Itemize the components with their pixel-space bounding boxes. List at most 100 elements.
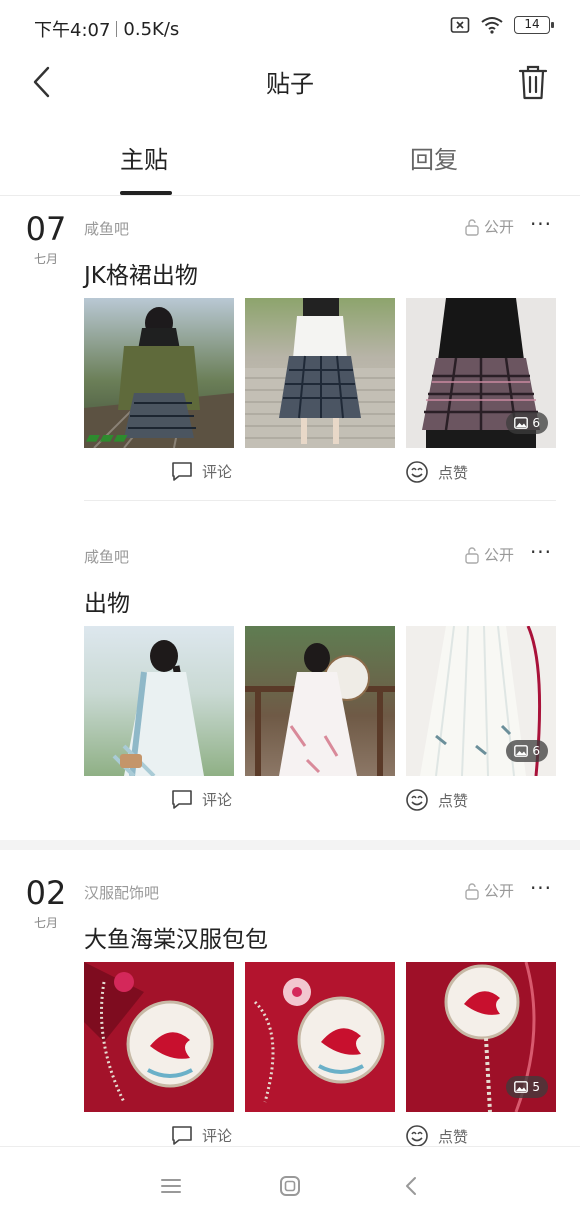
image-count: 5 xyxy=(532,1080,540,1094)
system-nav-bar xyxy=(0,1146,580,1224)
like-icon xyxy=(406,789,428,811)
post-image[interactable] xyxy=(84,626,234,776)
active-tab-indicator xyxy=(120,191,172,195)
delete-button[interactable] xyxy=(516,62,550,102)
privacy-status: 公开 xyxy=(463,216,514,237)
post-image[interactable] xyxy=(245,626,395,776)
photo-fish-bag-flower xyxy=(253,978,385,1103)
like-label: 点赞 xyxy=(438,1127,469,1146)
date-month: 七月 xyxy=(33,916,58,930)
comment-button[interactable]: 评论 xyxy=(170,1124,232,1146)
more-options-button[interactable]: ··· xyxy=(526,212,556,236)
post-forum[interactable]: 咸鱼吧 xyxy=(84,218,129,239)
image-count: 6 xyxy=(532,416,540,430)
image-count: 6 xyxy=(532,744,540,758)
comment-label: 评论 xyxy=(202,790,233,809)
post-image[interactable]: 6 xyxy=(406,626,556,776)
like-label: 点赞 xyxy=(438,791,469,810)
like-label: 点赞 xyxy=(438,463,469,482)
comment-icon xyxy=(172,1126,192,1145)
post-image[interactable] xyxy=(245,962,395,1112)
image-count-badge: 5 xyxy=(506,1076,548,1098)
post-image[interactable] xyxy=(84,962,234,1112)
date-day: 07 xyxy=(25,210,67,248)
tab-replies[interactable]: 回复 xyxy=(410,140,458,175)
post-image[interactable]: ▰▰▰ xyxy=(84,298,234,448)
comment-button[interactable]: 评论 xyxy=(170,460,232,482)
date-marker: 07 七月 xyxy=(24,212,68,267)
menu-button[interactable] xyxy=(156,1173,186,1199)
privacy-status: 公开 xyxy=(463,544,514,565)
section-gap xyxy=(0,840,580,850)
post-title[interactable]: JK格裙出物 xyxy=(84,256,198,290)
privacy-label: 公开 xyxy=(483,546,514,564)
privacy-status: 公开 xyxy=(463,880,514,901)
header: 贴子 xyxy=(0,56,580,106)
comment-button[interactable]: 评论 xyxy=(170,788,232,810)
status-bar: 下午4:07 0.5K/s 14 xyxy=(0,0,580,56)
wifi-icon xyxy=(481,17,503,34)
battery-indicator: 14 xyxy=(514,16,554,34)
post-actions: 评论 点赞 xyxy=(84,450,556,500)
photo-plaid-skirt xyxy=(245,298,395,448)
back-chevron-icon xyxy=(406,1177,416,1195)
like-button[interactable]: 点赞 xyxy=(404,460,468,484)
post-title[interactable]: 出物 xyxy=(84,584,130,618)
network-speed: 0.5K/s xyxy=(123,18,180,40)
photo-hanfu-blue xyxy=(112,640,204,776)
privacy-label: 公开 xyxy=(483,218,514,236)
post-forum[interactable]: 咸鱼吧 xyxy=(84,546,129,567)
photo-hanfu-fan xyxy=(245,643,395,776)
post-actions: 评论 点赞 xyxy=(84,778,556,828)
like-button[interactable]: 点赞 xyxy=(404,1124,468,1148)
image-icon xyxy=(514,745,529,757)
image-icon xyxy=(514,1081,529,1093)
date-marker: 02 七月 xyxy=(24,876,68,931)
post-images: ▰▰▰ 6 xyxy=(84,298,556,448)
home-icon xyxy=(280,1176,300,1196)
unlock-icon xyxy=(465,882,479,900)
menu-icon xyxy=(161,1179,181,1193)
comment-label: 评论 xyxy=(202,1126,233,1145)
home-button[interactable] xyxy=(275,1173,305,1199)
image-icon xyxy=(514,417,529,429)
comment-icon xyxy=(172,462,192,481)
comment-label: 评论 xyxy=(202,462,233,481)
privacy-label: 公开 xyxy=(483,882,514,900)
post-card[interactable]: 咸鱼吧 公开 ··· JK格裙出物 ▰▰▰ 6 评论 点赞 xyxy=(84,212,556,502)
more-options-button[interactable]: ··· xyxy=(526,876,556,900)
post-image[interactable]: 5 xyxy=(406,962,556,1112)
image-count-badge: 6 xyxy=(506,740,548,762)
page-title: 贴子 xyxy=(266,70,314,98)
tab-main-posts[interactable]: 主贴 xyxy=(120,140,168,175)
photo-girl-jk-uniform: ▰▰▰ xyxy=(84,307,234,448)
like-icon xyxy=(406,461,428,483)
post-images: 5 xyxy=(84,962,556,1112)
post-card[interactable]: 汉服配饰吧 公开 ··· 大鱼海棠汉服包包 5 评论 点赞 xyxy=(84,876,556,1166)
post-card[interactable]: 咸鱼吧 公开 ··· 出物 6 评论 点赞 xyxy=(84,540,556,830)
post-divider xyxy=(84,500,556,501)
svg-text:▰▰▰: ▰▰▰ xyxy=(86,427,128,448)
post-images: 6 xyxy=(84,626,556,776)
post-image[interactable] xyxy=(245,298,395,448)
battery-level: 14 xyxy=(524,17,540,31)
trash-icon xyxy=(518,65,548,100)
status-right: 14 xyxy=(450,16,554,34)
image-count-badge: 6 xyxy=(506,412,548,434)
system-back-button[interactable] xyxy=(396,1173,426,1199)
status-left: 下午4:07 0.5K/s xyxy=(34,16,179,42)
photo-fish-bag xyxy=(84,962,214,1103)
post-image[interactable]: 6 xyxy=(406,298,556,448)
like-icon xyxy=(406,1125,428,1147)
tab-bar: 主贴 回复 xyxy=(0,128,580,196)
more-options-button[interactable]: ··· xyxy=(526,540,556,564)
status-time: 下午4:07 xyxy=(34,20,111,41)
post-forum[interactable]: 汉服配饰吧 xyxy=(84,882,159,903)
sim-error-icon xyxy=(450,17,470,33)
status-separator xyxy=(116,21,118,37)
comment-icon xyxy=(172,790,192,809)
like-button[interactable]: 点赞 xyxy=(404,788,468,812)
unlock-icon xyxy=(465,218,479,236)
date-month: 七月 xyxy=(33,252,58,266)
post-title[interactable]: 大鱼海棠汉服包包 xyxy=(84,920,268,954)
